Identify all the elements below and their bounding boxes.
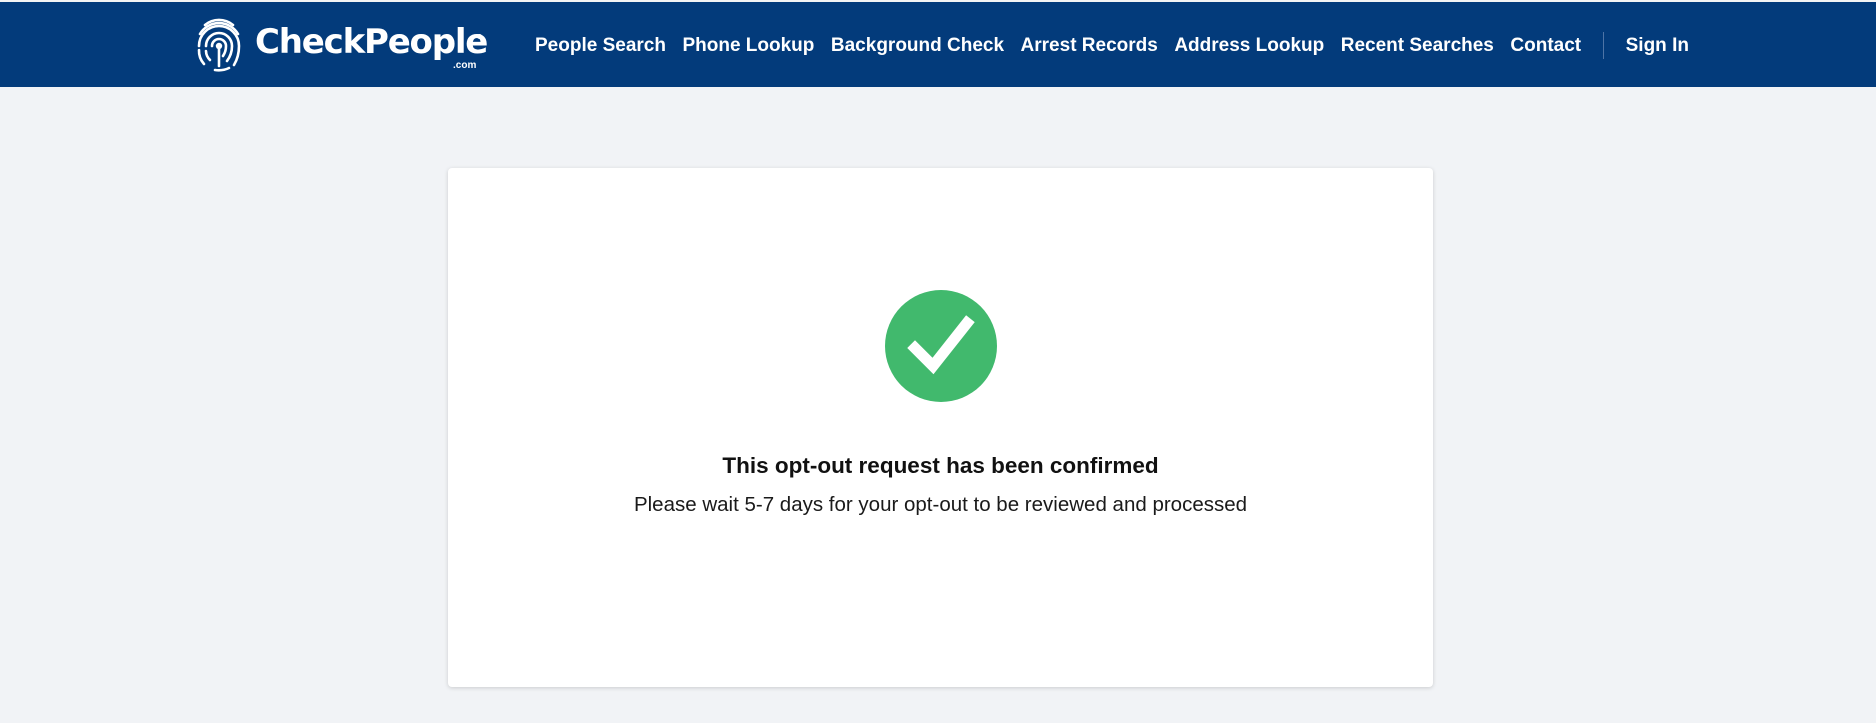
confirmation-title: This opt-out request has been confirmed [722,453,1159,478]
nav-recent-searches[interactable]: Recent Searches [1341,34,1494,58]
nav-people-search[interactable]: People Search [535,34,666,58]
main-navigation: People Search Phone Lookup Background Ch… [535,2,1689,89]
nav-arrest-records[interactable]: Arrest Records [1021,34,1158,58]
fingerprint-icon [197,18,241,72]
nav-divider [1602,32,1604,59]
brand-name: CheckPeople [255,22,488,62]
nav-address-lookup[interactable]: Address Lookup [1174,34,1324,58]
nav-background-check[interactable]: Background Check [831,34,1004,58]
confirmation-card: This opt-out request has been confirmed … [448,168,1433,687]
checkmark-circle-icon [885,290,997,402]
brand-domain-suffix: .com [453,60,477,71]
checkmark-icon [907,315,975,375]
site-header: CheckPeople .com People Search Phone Loo… [0,0,1876,87]
confirmation-message: Please wait 5-7 days for your opt-out to… [633,493,1248,516]
nav-phone-lookup[interactable]: Phone Lookup [682,34,814,58]
checkpeople-logo[interactable]: CheckPeople .com [195,14,495,76]
sign-in-link[interactable]: Sign In [1626,34,1689,58]
registered-mark [477,34,482,39]
nav-contact[interactable]: Contact [1510,34,1581,58]
